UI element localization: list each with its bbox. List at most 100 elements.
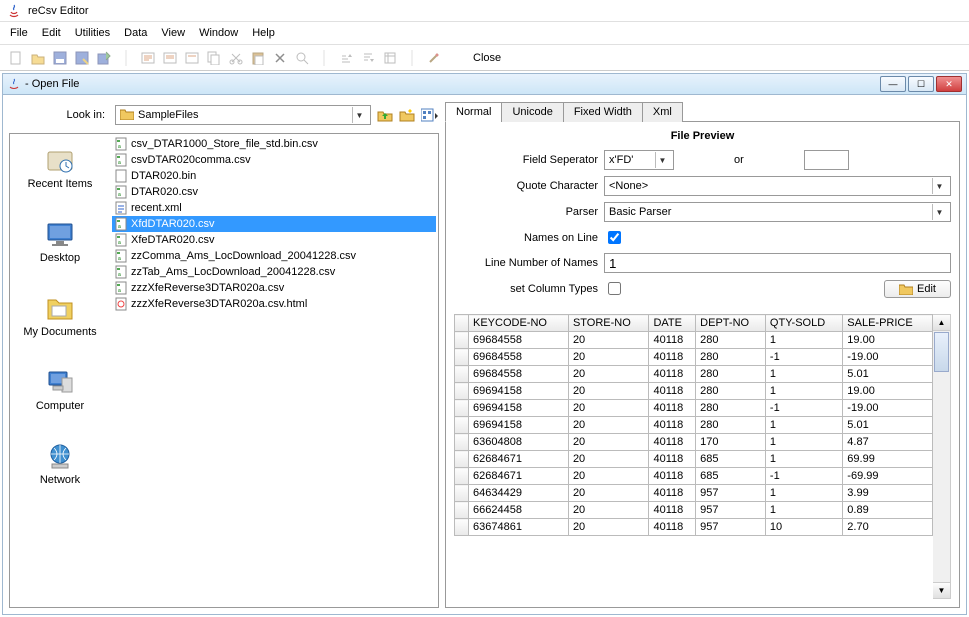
combo-arrow-icon: ▼ — [655, 152, 669, 168]
preview-pane: Normal Unicode Fixed Width Xml File Prev… — [445, 101, 960, 608]
file-name: csv_DTAR1000_Store_file_std.bin.csv — [131, 138, 318, 150]
copy-icon[interactable] — [206, 50, 222, 66]
file-icon: a — [114, 265, 128, 279]
place-network[interactable]: Network — [40, 440, 80, 486]
close-button[interactable]: ✕ — [936, 76, 962, 92]
table-row[interactable]: 64634429204011895713.99 — [455, 485, 933, 502]
tab-unicode[interactable]: Unicode — [501, 102, 563, 122]
open-icon[interactable] — [30, 50, 46, 66]
field-separator-input[interactable] — [804, 150, 849, 170]
script2-icon[interactable] — [162, 50, 178, 66]
table-cell: 5.01 — [843, 417, 933, 434]
menu-data[interactable]: Data — [118, 24, 153, 42]
table-row[interactable]: 696845582040118280-1-19.00 — [455, 349, 933, 366]
file-entry[interactable]: azzComma_Ams_LocDownload_20041228.csv — [112, 248, 436, 264]
settings-icon[interactable] — [426, 50, 442, 66]
lookin-value: SampleFiles — [138, 109, 352, 121]
table-cell: 19.00 — [843, 332, 933, 349]
file-entry[interactable]: DTAR020.bin — [112, 168, 436, 184]
table-row[interactable]: 626846712040118685169.99 — [455, 451, 933, 468]
menu-window[interactable]: Window — [193, 24, 244, 42]
table-cell: 280 — [696, 366, 766, 383]
filter-icon[interactable] — [382, 50, 398, 66]
tab-xml[interactable]: Xml — [642, 102, 683, 122]
scroll-down-icon[interactable]: ▼ — [933, 582, 950, 598]
column-header[interactable]: KEYCODE-NO — [469, 315, 569, 332]
sort-asc-icon[interactable] — [338, 50, 354, 66]
open-file-window: - Open File — ☐ ✕ Look in: SampleFiles ▼ — [2, 73, 967, 615]
table-row[interactable]: 696941582040118280-1-19.00 — [455, 400, 933, 417]
save-icon[interactable] — [52, 50, 68, 66]
table-row[interactable]: 63604808204011817014.87 — [455, 434, 933, 451]
paste-icon[interactable] — [250, 50, 266, 66]
table-row[interactable]: 69694158204011828015.01 — [455, 417, 933, 434]
column-header[interactable]: QTY-SOLD — [765, 315, 842, 332]
file-entry[interactable]: aDTAR020.csv — [112, 184, 436, 200]
column-header[interactable]: STORE-NO — [568, 315, 649, 332]
file-entry[interactable]: acsvDTAR020comma.csv — [112, 152, 436, 168]
menu-view[interactable]: View — [155, 24, 191, 42]
table-row[interactable]: 696845582040118280119.00 — [455, 332, 933, 349]
field-separator-combo[interactable]: x'FD' ▼ — [604, 150, 674, 170]
scroll-up-icon[interactable]: ▲ — [933, 315, 950, 331]
file-icon — [114, 169, 128, 183]
line-number-input[interactable] — [604, 253, 951, 273]
table-row[interactable]: 636748612040118957102.70 — [455, 519, 933, 536]
file-entry[interactable]: aXfeDTAR020.csv — [112, 232, 436, 248]
table-row[interactable]: 66624458204011895710.89 — [455, 502, 933, 519]
up-folder-icon[interactable] — [377, 108, 393, 122]
place-computer[interactable]: Computer — [36, 366, 84, 412]
file-icon: a — [114, 217, 128, 231]
quote-character-combo[interactable]: <None> ▼ — [604, 176, 951, 196]
set-column-types-checkbox[interactable] — [608, 282, 621, 295]
view-mode-icon[interactable] — [421, 108, 439, 122]
cut-icon[interactable] — [228, 50, 244, 66]
script-icon[interactable] — [140, 50, 156, 66]
parser-label: Parser — [454, 206, 604, 218]
export-icon[interactable] — [96, 50, 112, 66]
file-entry[interactable]: aXfdDTAR020.csv — [112, 216, 436, 232]
tab-normal[interactable]: Normal — [445, 102, 502, 122]
place-documents[interactable]: My Documents — [23, 292, 96, 338]
new-icon[interactable] — [8, 50, 24, 66]
edit-button[interactable]: Edit — [884, 280, 951, 298]
field-separator-label: Field Seperator — [454, 154, 604, 166]
scroll-thumb[interactable] — [934, 332, 949, 372]
minimize-button[interactable]: — — [880, 76, 906, 92]
file-entry[interactable]: zzzXfeReverse3DTAR020a.csv.html — [112, 296, 436, 312]
script3-icon[interactable] — [184, 50, 200, 66]
tab-fixed-width[interactable]: Fixed Width — [563, 102, 643, 122]
table-cell: 1 — [765, 417, 842, 434]
saveas-icon[interactable] — [74, 50, 90, 66]
table-cell: 957 — [696, 519, 766, 536]
file-entry[interactable]: acsv_DTAR1000_Store_file_std.bin.csv — [112, 136, 436, 152]
menu-help[interactable]: Help — [246, 24, 281, 42]
place-recent[interactable]: Recent Items — [28, 144, 93, 190]
maximize-button[interactable]: ☐ — [908, 76, 934, 92]
menu-edit[interactable]: Edit — [36, 24, 67, 42]
file-entry[interactable]: recent.xml — [112, 200, 436, 216]
names-on-line-checkbox[interactable] — [608, 231, 621, 244]
column-header[interactable]: SALE-PRICE — [843, 315, 933, 332]
lookin-combo[interactable]: SampleFiles ▼ — [115, 105, 371, 125]
column-header[interactable]: DATE — [649, 315, 696, 332]
file-entry[interactable]: azzzXfeReverse3DTAR020a.csv — [112, 280, 436, 296]
new-folder-icon[interactable] — [399, 108, 415, 122]
find-icon[interactable] — [294, 50, 310, 66]
table-row[interactable]: 696941582040118280119.00 — [455, 383, 933, 400]
menu-file[interactable]: File — [4, 24, 34, 42]
table-row[interactable]: 69684558204011828015.01 — [455, 366, 933, 383]
field-separator-value: x'FD' — [609, 154, 655, 166]
toolbar-close-button[interactable]: Close — [473, 52, 501, 64]
combo-arrow-icon: ▼ — [932, 204, 946, 220]
file-entry[interactable]: azzTab_Ams_LocDownload_20041228.csv — [112, 264, 436, 280]
parser-combo[interactable]: Basic Parser ▼ — [604, 202, 951, 222]
table-scrollbar[interactable]: ▲ ▼ — [933, 314, 951, 599]
sort-desc-icon[interactable] — [360, 50, 376, 66]
delete-icon[interactable] — [272, 50, 288, 66]
table-row[interactable]: 626846712040118685-1-69.99 — [455, 468, 933, 485]
column-header[interactable]: DEPT-NO — [696, 315, 766, 332]
place-desktop[interactable]: Desktop — [40, 218, 80, 264]
file-list[interactable]: acsv_DTAR1000_Store_file_std.bin.csvacsv… — [110, 134, 438, 607]
menu-utilities[interactable]: Utilities — [69, 24, 116, 42]
